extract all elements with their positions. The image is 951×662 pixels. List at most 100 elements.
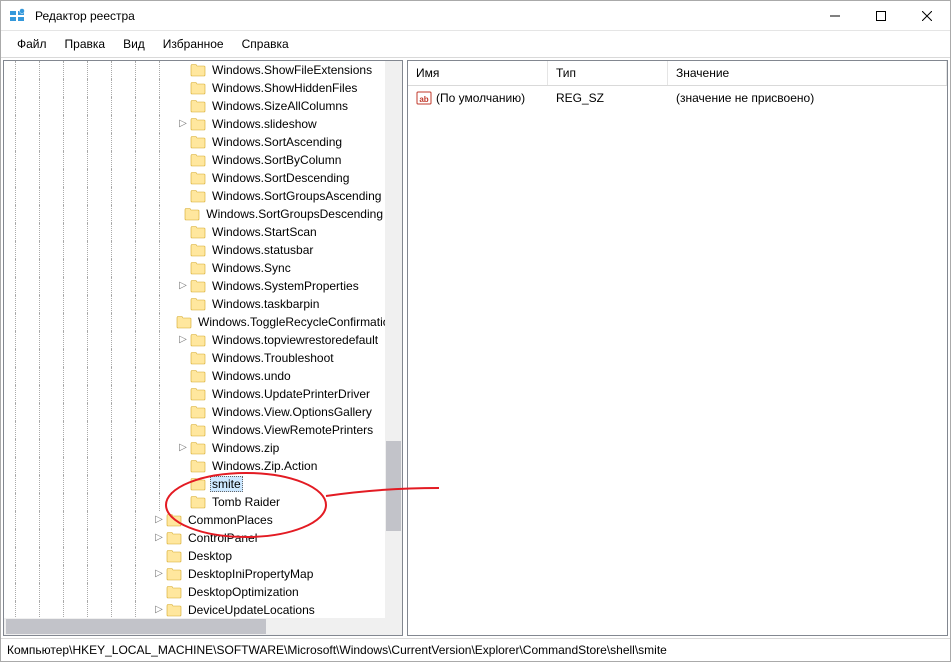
expander-icon[interactable]: ▷ (176, 115, 190, 133)
tree-horizontal-scrollbar[interactable] (4, 618, 385, 635)
regedit-icon (9, 8, 25, 24)
tree-node[interactable]: ▷ Windows.zip (4, 439, 385, 457)
registry-tree[interactable]: Windows.ShowFileExtensionsWindows.ShowHi… (4, 61, 385, 618)
expander-icon[interactable]: ▷ (152, 529, 166, 547)
tree-node-label: Windows.ToggleRecycleConfirmations (196, 315, 385, 329)
expander-icon[interactable]: ▷ (152, 601, 166, 618)
tree-node-label: ControlPanel (186, 531, 259, 545)
folder-icon (190, 423, 206, 437)
minimize-button[interactable] (812, 1, 858, 30)
folder-icon (166, 513, 182, 527)
tree-node[interactable]: Windows.View.OptionsGallery (4, 403, 385, 421)
folder-icon (190, 135, 206, 149)
column-header-name[interactable]: Имя (408, 61, 548, 85)
menu-file[interactable]: Файл (9, 35, 55, 53)
window-title: Редактор реестра (33, 9, 812, 23)
tree-node-label: Windows.ViewRemotePrinters (210, 423, 375, 437)
tree-node[interactable]: Windows.SizeAllColumns (4, 97, 385, 115)
folder-icon (190, 333, 206, 347)
tree-node-label: DesktopOptimization (186, 585, 301, 599)
folder-icon (166, 549, 182, 563)
tree-node[interactable]: Windows.Sync (4, 259, 385, 277)
tree-node-label: DeviceUpdateLocations (186, 603, 317, 617)
tree-node-label: Desktop (186, 549, 234, 563)
column-header-type[interactable]: Тип (548, 61, 668, 85)
tree-node-label: Windows.SystemProperties (210, 279, 361, 293)
tree-node[interactable]: smite (4, 475, 385, 493)
tree-node[interactable]: ▷ Windows.slideshow (4, 115, 385, 133)
folder-icon (184, 207, 200, 221)
tree-node-label: Windows.SortDescending (210, 171, 351, 185)
tree-node[interactable]: Windows.SortAscending (4, 133, 385, 151)
expander-icon[interactable]: ▷ (152, 511, 166, 529)
folder-icon (190, 243, 206, 257)
folder-icon (190, 189, 206, 203)
folder-icon (190, 459, 206, 473)
tree-node-label: Windows.topviewrestoredefault (210, 333, 380, 347)
folder-icon (190, 81, 206, 95)
folder-icon (190, 99, 206, 113)
tree-node-label: Tomb Raider (210, 495, 282, 509)
tree-node[interactable]: Tomb Raider (4, 493, 385, 511)
tree-node-label: DesktopIniPropertyMap (186, 567, 315, 581)
expander-icon[interactable]: ▷ (176, 277, 190, 295)
folder-icon (190, 297, 206, 311)
tree-node[interactable]: ▷ DesktopIniPropertyMap (4, 565, 385, 583)
tree-node[interactable]: Windows.SortGroupsDescending (4, 205, 385, 223)
tree-node-label: Windows.zip (210, 441, 281, 455)
tree-node[interactable]: Windows.ShowFileExtensions (4, 61, 385, 79)
menu-edit[interactable]: Правка (57, 35, 114, 53)
menu-favorites[interactable]: Избранное (155, 35, 232, 53)
column-header-value[interactable]: Значение (668, 61, 947, 85)
folder-icon (190, 171, 206, 185)
tree-node-label: smite (210, 476, 243, 492)
expander-icon[interactable]: ▷ (176, 331, 190, 349)
tree-node[interactable]: Windows.ViewRemotePrinters (4, 421, 385, 439)
tree-node[interactable]: Windows.SortDescending (4, 169, 385, 187)
menubar: Файл Правка Вид Избранное Справка (1, 31, 950, 58)
folder-icon (190, 279, 206, 293)
value-name: (По умолчанию) (436, 91, 525, 105)
tree-node[interactable]: Desktop (4, 547, 385, 565)
folder-icon (190, 441, 206, 455)
tree-node[interactable]: Windows.Troubleshoot (4, 349, 385, 367)
tree-node[interactable]: Windows.UpdatePrinterDriver (4, 385, 385, 403)
tree-vertical-scrollbar[interactable] (385, 61, 402, 618)
tree-node[interactable]: ▷ ControlPanel (4, 529, 385, 547)
tree-node[interactable]: Windows.statusbar (4, 241, 385, 259)
tree-node[interactable]: Windows.SortGroupsAscending (4, 187, 385, 205)
tree-node-label: Windows.slideshow (210, 117, 319, 131)
titlebar: Редактор реестра (1, 1, 950, 31)
tree-node[interactable]: Windows.SortByColumn (4, 151, 385, 169)
folder-icon (166, 531, 182, 545)
close-button[interactable] (904, 1, 950, 30)
value-data: (значение не присвоено) (668, 89, 947, 107)
expander-icon[interactable]: ▷ (152, 565, 166, 583)
folder-icon (190, 117, 206, 131)
tree-node[interactable]: Windows.StartScan (4, 223, 385, 241)
tree-node-label: Windows.statusbar (210, 243, 315, 257)
expander-icon[interactable]: ▷ (176, 439, 190, 457)
value-type: REG_SZ (548, 89, 668, 107)
tree-node[interactable]: DesktopOptimization (4, 583, 385, 601)
tree-node-label: Windows.Sync (210, 261, 293, 275)
maximize-button[interactable] (858, 1, 904, 30)
tree-node[interactable]: Windows.undo (4, 367, 385, 385)
tree-node-label: Windows.StartScan (210, 225, 319, 239)
tree-node[interactable]: ▷ DeviceUpdateLocations (4, 601, 385, 618)
value-row[interactable]: ab (По умолчанию) REG_SZ (значение не пр… (408, 86, 947, 110)
string-value-icon: ab (416, 90, 432, 106)
tree-node[interactable]: Windows.taskbarpin (4, 295, 385, 313)
menu-view[interactable]: Вид (115, 35, 153, 53)
tree-node[interactable]: Windows.ShowHiddenFiles (4, 79, 385, 97)
tree-node[interactable]: ▷CommonPlaces (4, 511, 385, 529)
window-controls (812, 1, 950, 30)
tree-node[interactable]: Windows.ToggleRecycleConfirmations (4, 313, 385, 331)
tree-node[interactable]: ▷ Windows.topviewrestoredefault (4, 331, 385, 349)
scroll-corner (385, 618, 402, 635)
folder-icon (190, 495, 206, 509)
tree-node[interactable]: ▷ Windows.SystemProperties (4, 277, 385, 295)
tree-node[interactable]: Windows.Zip.Action (4, 457, 385, 475)
folder-icon (166, 585, 182, 599)
menu-help[interactable]: Справка (234, 35, 297, 53)
